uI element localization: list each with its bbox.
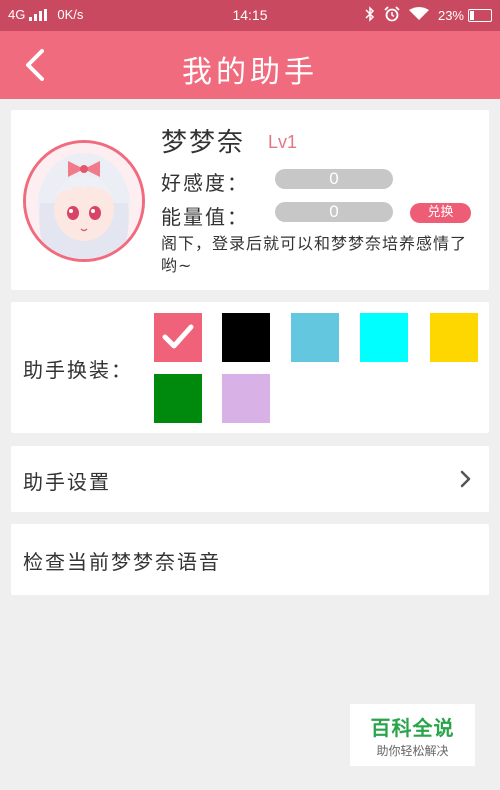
outfit-swatch[interactable] [430,313,478,362]
energy-bar: 0 [275,202,393,222]
bluetooth-icon [365,6,375,25]
watermark-title: 百科全说 [370,716,455,740]
affinity-label: 好感度： [161,171,249,195]
assistant-avatar[interactable] [23,140,145,262]
check-voice-label: 检查当前梦梦奈语音 [23,550,221,574]
profile-card: 梦梦奈 Lv1 好感度： 0 能量值： 0 兑换 阁下，登录后就可以和梦梦奈培养… [11,110,489,290]
alarm-icon [384,6,400,25]
assistant-settings-label: 助手设置 [23,470,111,494]
battery-percent: 23% [437,8,464,23]
assistant-level: Lv1 [268,132,298,152]
watermark-subtitle: 助你轻松解决 [376,744,449,758]
outfit-swatch[interactable] [222,374,270,423]
header-bar: 我的助手 [0,31,500,99]
energy-label: 能量值： [161,205,249,229]
watermark-logo: 百科全说 助你轻松解决 [350,704,475,766]
status-bar: 4G 0K/s 14:15 23% [0,0,500,31]
wifi-icon [408,7,429,24]
anime-girl-avatar-image [26,143,142,259]
login-hint: 阁下，登录后就可以和梦梦奈培养感情了哟~ [161,234,468,275]
battery-icon [468,9,492,22]
outfit-label: 助手换装： [23,358,133,382]
outfit-swatch[interactable] [360,313,408,362]
outfit-swatch[interactable] [222,313,270,362]
exchange-button[interactable]: 兑换 [410,203,471,223]
battery-level [470,11,474,20]
checkmark-icon [162,324,194,349]
affinity-bar: 0 [275,169,393,189]
outfit-card: 助手换装： [11,302,489,433]
outfit-swatch[interactable] [154,313,202,362]
chevron-right-icon [460,470,471,488]
status-right: 23% [365,6,492,25]
outfit-swatch[interactable] [291,313,339,362]
assistant-settings-row[interactable]: 助手设置 [11,446,489,512]
page-title: 我的助手 [182,55,318,90]
outfit-swatch[interactable] [154,374,202,423]
assistant-name: 梦梦奈 [161,128,246,158]
check-voice-row[interactable]: 检查当前梦梦奈语音 [11,524,489,595]
